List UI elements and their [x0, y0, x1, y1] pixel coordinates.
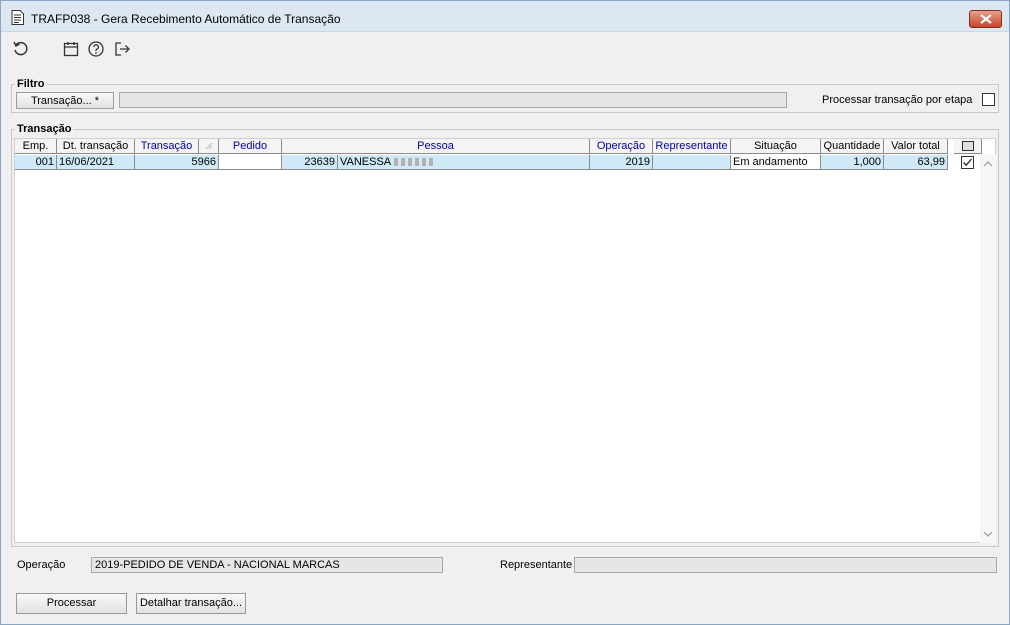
filtro-title: Filtro — [15, 78, 47, 90]
close-button[interactable] — [969, 10, 1002, 28]
col-header-representante[interactable]: Representante — [653, 139, 731, 154]
col-header-operacao[interactable]: Operação — [590, 139, 653, 154]
detalhar-label: Detalhar transação... — [139, 597, 243, 609]
processar-etapa-label: Processar transação por etapa — [822, 94, 973, 106]
select-all-checkbox-icon — [961, 141, 974, 151]
toolbar — [1, 33, 1009, 63]
operacao-label: Operação — [17, 559, 66, 571]
col-header-situacao[interactable]: Situação — [731, 139, 821, 154]
detalhar-transacao-button[interactable]: Detalhar transação... — [136, 593, 246, 614]
cell-representante[interactable] — [653, 155, 731, 170]
cell-select[interactable] — [954, 155, 982, 170]
col-header-select-all[interactable] — [954, 139, 982, 154]
transacao-filter-button[interactable]: Transação... * — [16, 92, 114, 109]
main-window: TRAFP038 - Gera Recebimento Automático d… — [0, 0, 1010, 625]
cell-valor-total[interactable]: 63,99 — [884, 155, 948, 170]
col-header-pedido[interactable]: Pedido — [219, 139, 282, 154]
col-header-sort[interactable] — [199, 139, 219, 154]
operacao-field[interactable]: 2019-PEDIDO DE VENDA - NACIONAL MARCAS — [91, 557, 443, 573]
representante-field[interactable] — [574, 557, 997, 573]
exit-icon[interactable] — [113, 40, 131, 58]
cell-pessoa-nome[interactable]: VANESSA — [338, 155, 590, 170]
processar-label: Processar — [46, 597, 97, 609]
col-header-transacao[interactable]: Transação — [135, 139, 199, 154]
refresh-icon[interactable] — [12, 40, 30, 58]
processar-etapa-checkbox[interactable] — [982, 93, 995, 106]
document-icon — [11, 10, 24, 25]
processar-button[interactable]: Processar — [16, 593, 127, 614]
scroll-down-icon[interactable] — [980, 529, 996, 539]
col-header-pessoa[interactable]: Pessoa — [282, 139, 590, 154]
cell-emp[interactable]: 001 — [15, 155, 57, 170]
cell-pessoa-codigo[interactable]: 23639 — [282, 155, 338, 170]
close-icon — [980, 14, 992, 24]
col-header-valor-total[interactable]: Valor total — [884, 139, 948, 154]
representante-label: Representante — [500, 559, 573, 571]
sort-icon — [205, 142, 212, 150]
col-header-quantidade[interactable]: Quantidade — [821, 139, 884, 154]
row-checkbox-checked-icon — [961, 156, 974, 169]
cell-quantidade[interactable]: 1,000 — [821, 155, 884, 170]
grid-scrollbar[interactable] — [980, 155, 996, 543]
help-icon[interactable] — [87, 40, 105, 58]
cell-situacao[interactable]: Em andamento — [731, 155, 821, 170]
col-header-dt-transacao[interactable]: Dt. transação — [57, 139, 135, 154]
transacao-filter-label: Transação... * — [30, 95, 100, 107]
title-bar: TRAFP038 - Gera Recebimento Automático d… — [1, 1, 1009, 32]
transacao-grid: Emp. Dt. transação Transação Pedido Pess… — [14, 138, 996, 543]
cell-transacao[interactable]: 5966 — [135, 155, 219, 170]
transacao-filter-field[interactable] — [119, 92, 787, 108]
scroll-up-icon[interactable] — [980, 159, 996, 169]
pessoa-nome-text: VANESSA — [340, 156, 392, 168]
cell-pedido[interactable] — [219, 155, 282, 170]
cell-dt-transacao[interactable]: 16/06/2021 — [57, 155, 135, 170]
calendar-icon[interactable] — [62, 40, 80, 58]
transacao-title: Transação — [15, 123, 74, 135]
col-header-emp[interactable]: Emp. — [15, 139, 57, 154]
window-title: TRAFP038 - Gera Recebimento Automático d… — [31, 12, 341, 26]
cell-operacao[interactable]: 2019 — [590, 155, 653, 170]
redacted-surname — [394, 158, 435, 167]
